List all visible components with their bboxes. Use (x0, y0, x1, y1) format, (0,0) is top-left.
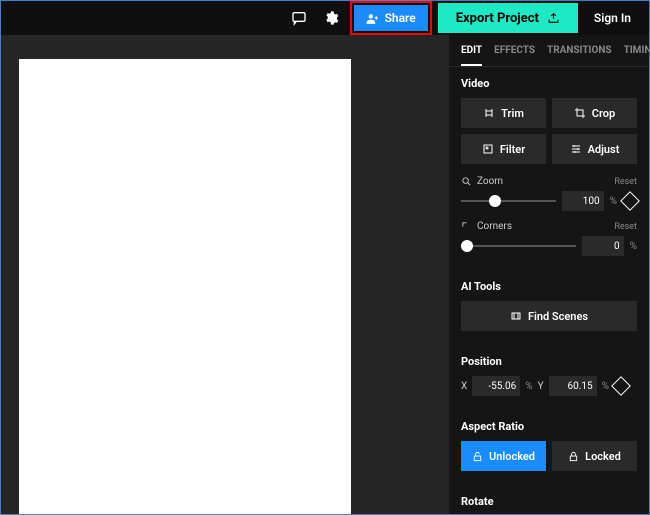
unlocked-button[interactable]: Unlocked (461, 441, 546, 471)
tab-effects[interactable]: EFFECTS (494, 45, 535, 66)
find-scenes-button[interactable]: Find Scenes (461, 301, 637, 331)
zoom-label: Zoom (461, 176, 503, 187)
tab-timing[interactable]: TIMING (624, 45, 649, 66)
panel-tabs: EDIT EFFECTS TRANSITIONS TIMING (449, 35, 649, 67)
export-icon (547, 12, 560, 25)
lock-icon (568, 451, 579, 462)
keyframe-icon[interactable] (611, 376, 631, 396)
video-section: Video Trim Crop Filter Adjust (449, 67, 649, 270)
corners-reset[interactable]: Reset (614, 222, 637, 232)
ai-section: AI Tools Find Scenes (449, 270, 649, 345)
magnify-icon (461, 176, 472, 187)
signin-link[interactable]: Sign In (584, 11, 641, 25)
zoom-reset[interactable]: Reset (614, 177, 637, 187)
ai-title: AI Tools (461, 280, 637, 293)
corner-icon (461, 221, 472, 232)
tab-transitions[interactable]: TRANSITIONS (547, 45, 612, 66)
crop-button[interactable]: Crop (552, 98, 637, 128)
zoom-value[interactable]: 100 (562, 191, 604, 211)
corners-slider[interactable] (461, 238, 576, 254)
side-panel: EDIT EFFECTS TRANSITIONS TIMING Video Tr… (449, 35, 649, 514)
x-label: X (461, 381, 467, 392)
sliders-icon (570, 143, 582, 155)
trim-button[interactable]: Trim (461, 98, 546, 128)
canvas-area (1, 35, 449, 514)
trim-icon (483, 107, 495, 119)
rotate-title: Rotate (461, 495, 637, 508)
position-section: Position X -55.06 % Y 60.15 % (449, 345, 649, 410)
share-button-highlight: Share (350, 1, 432, 35)
export-label: Export Project (456, 11, 539, 26)
crop-icon (574, 107, 586, 119)
x-value[interactable]: -55.06 (472, 376, 520, 396)
zoom-slider[interactable] (461, 193, 556, 209)
gear-icon[interactable] (318, 5, 344, 31)
y-label: Y (538, 381, 544, 392)
adjust-button[interactable]: Adjust (552, 134, 637, 164)
rotate-section: Rotate − 0° + (449, 485, 649, 514)
comment-icon[interactable] (286, 5, 312, 31)
share-button[interactable]: Share (354, 5, 428, 31)
locked-button[interactable]: Locked (552, 441, 637, 471)
unlock-icon (472, 451, 483, 462)
topbar: Share Export Project Sign In (1, 1, 649, 35)
main: EDIT EFFECTS TRANSITIONS TIMING Video Tr… (1, 35, 649, 514)
scenes-icon (510, 310, 522, 322)
corners-label: Corners (461, 221, 512, 232)
person-add-icon (366, 12, 379, 25)
corners-unit: % (630, 241, 637, 252)
export-button[interactable]: Export Project (438, 3, 578, 33)
corners-value[interactable]: 0 (582, 236, 624, 256)
video-title: Video (461, 77, 637, 90)
aspect-title: Aspect Ratio (461, 420, 637, 433)
keyframe-icon[interactable] (620, 191, 640, 211)
share-label: Share (385, 11, 416, 25)
y-value[interactable]: 60.15 (549, 376, 597, 396)
filter-button[interactable]: Filter (461, 134, 546, 164)
canvas[interactable] (19, 59, 351, 514)
tab-edit[interactable]: EDIT (461, 45, 482, 66)
filter-icon (482, 143, 494, 155)
aspect-section: Aspect Ratio Unlocked Locked (449, 410, 649, 485)
position-title: Position (461, 355, 637, 368)
zoom-unit: % (610, 196, 617, 207)
